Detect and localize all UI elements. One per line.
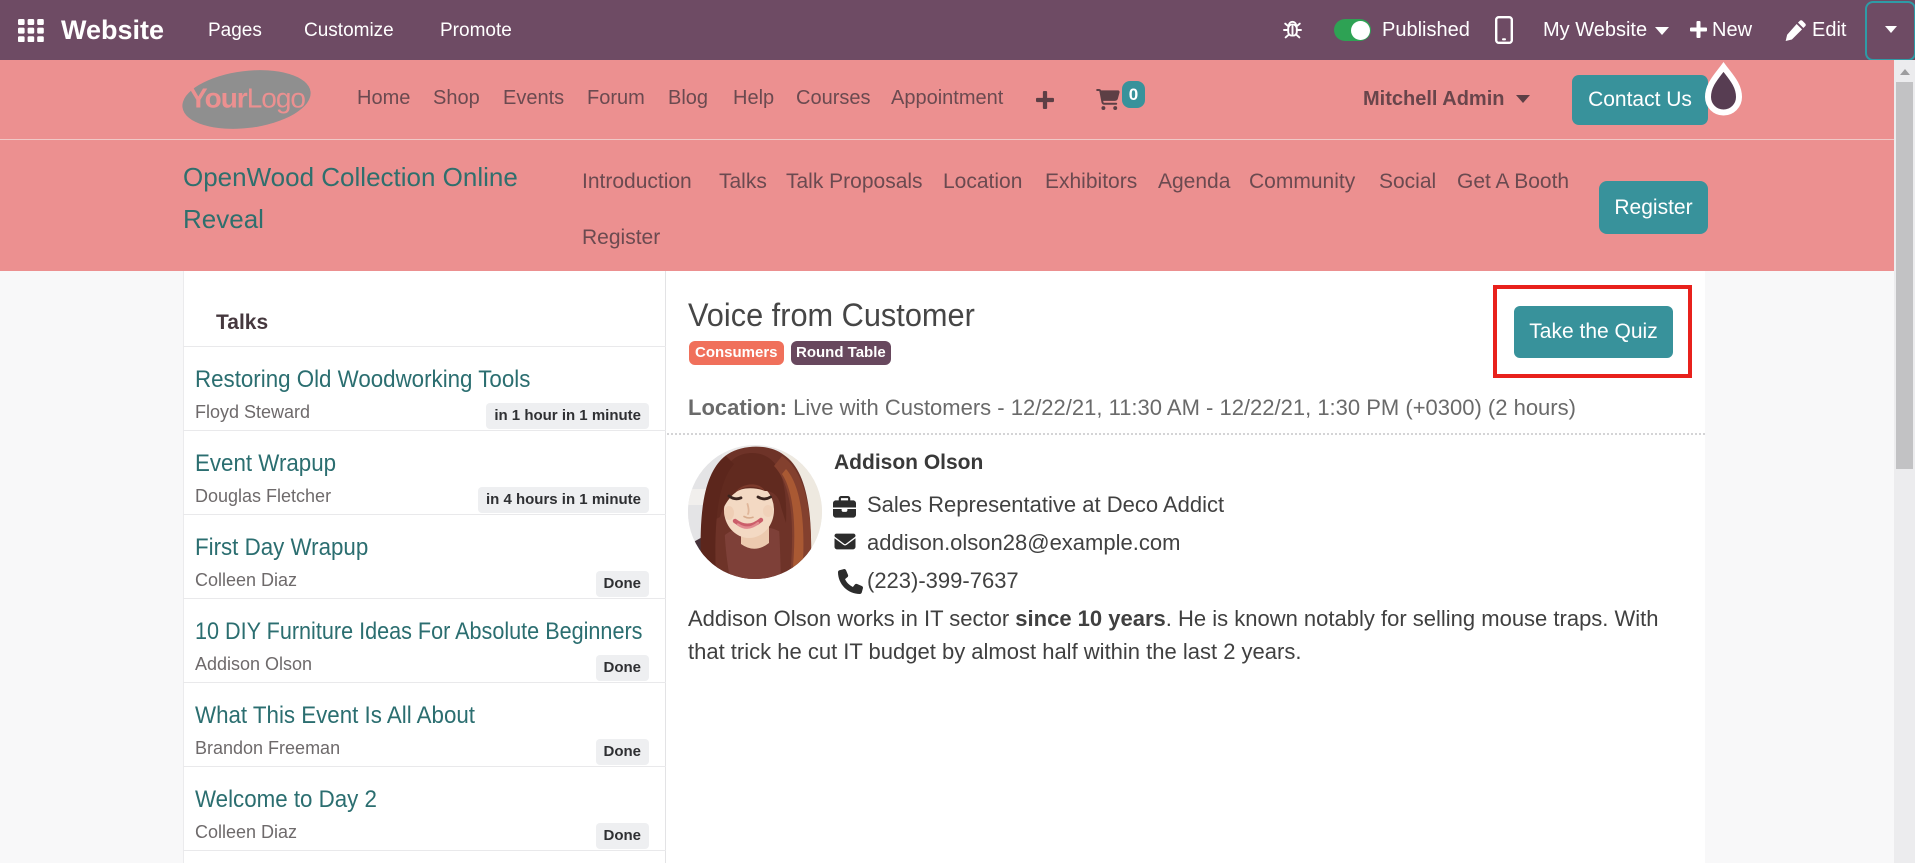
svg-text:YourLogo: YourLogo [189,83,305,114]
